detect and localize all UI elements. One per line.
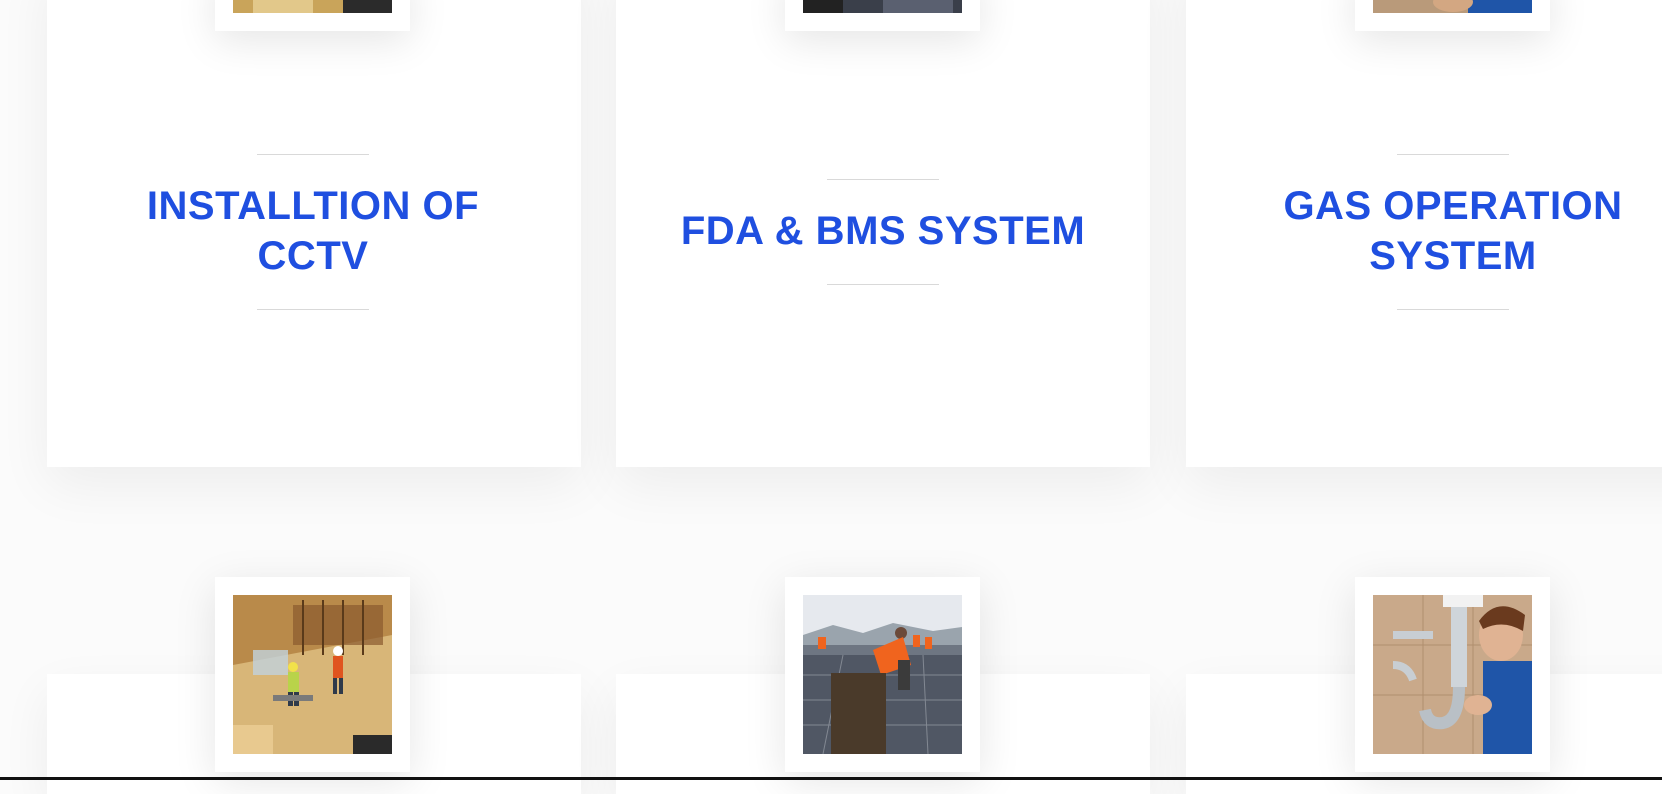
service-title[interactable]: GAS OPERATION SYSTEM — [1243, 181, 1662, 281]
service-thumb-cctv — [215, 0, 410, 31]
service-thumb-cctv-repeat[interactable] — [215, 577, 410, 772]
service-thumb-fda-bms — [785, 0, 980, 31]
divider — [827, 179, 939, 180]
service-title-block-gas: GAS OPERATION SYSTEM — [1243, 154, 1662, 310]
service-thumb-fda-bms-repeat[interactable] — [785, 577, 980, 772]
plumber-photo — [1373, 0, 1532, 13]
title-line: INSTALLTION OF — [146, 184, 480, 228]
service-title[interactable]: INSTALLTION OF CCTV — [103, 181, 523, 281]
service-thumb-gas-repeat[interactable] — [1355, 577, 1550, 772]
solar-panel-photo — [803, 595, 962, 754]
solar-panel-photo — [803, 0, 962, 13]
service-thumb-gas — [1355, 0, 1550, 31]
title-line: GAS OPERATION — [1283, 184, 1623, 228]
divider — [257, 154, 369, 155]
divider — [1397, 309, 1509, 310]
service-title-block-cctv: INSTALLTION OF CCTV — [103, 154, 523, 310]
service-title-block-fda-bms: FDA & BMS SYSTEM — [673, 179, 1093, 285]
construction-photo — [233, 0, 392, 13]
divider — [257, 309, 369, 310]
divider — [827, 284, 939, 285]
title-line: CCTV — [257, 234, 369, 278]
title-line: SYSTEM — [1369, 234, 1537, 278]
divider — [1397, 154, 1509, 155]
construction-photo — [233, 595, 392, 754]
plumber-photo — [1373, 595, 1532, 754]
service-title[interactable]: FDA & BMS SYSTEM — [673, 206, 1093, 256]
